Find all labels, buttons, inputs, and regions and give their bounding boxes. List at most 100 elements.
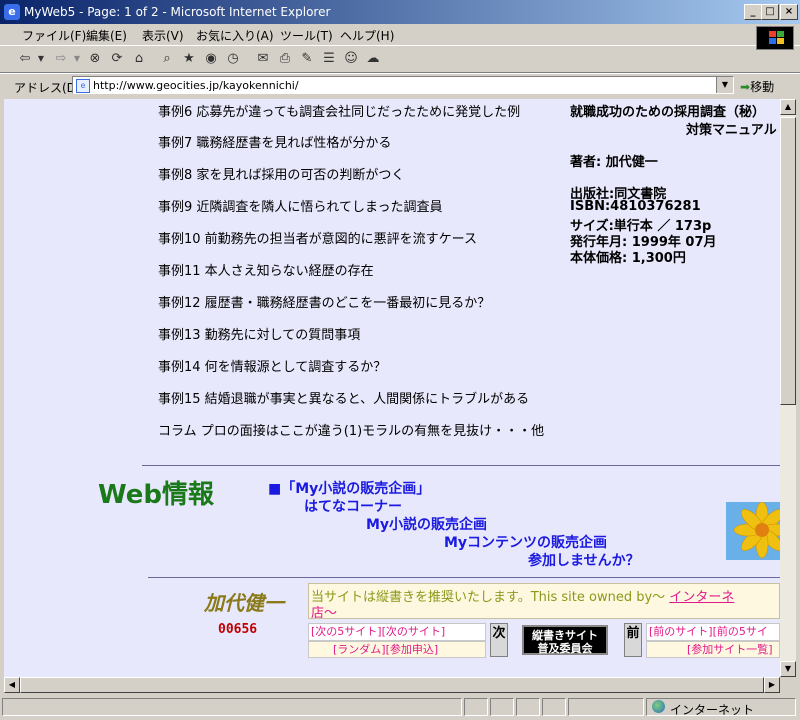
refresh-icon[interactable]: ⟳ bbox=[108, 50, 126, 68]
history-icon[interactable]: ◷ bbox=[224, 50, 242, 68]
research-icon[interactable]: ☁ bbox=[364, 50, 382, 68]
book-isbn: ISBN:4810376281 bbox=[570, 199, 701, 214]
list-item: 事例6 応募先が違っても調査会社同じだったために発覚した例 bbox=[158, 105, 521, 120]
horizontal-scrollbar[interactable]: ◀ ▶ bbox=[4, 677, 780, 693]
address-url[interactable]: http://www.geocities.jp/kayokennichi/ bbox=[93, 79, 299, 92]
list-item: 事例8 家を見れば採用の可否の判断がつく bbox=[158, 168, 405, 183]
web-info-heading: Web情報 bbox=[98, 480, 214, 510]
notice-link[interactable]: インターネ bbox=[669, 590, 734, 605]
notice-box: 当サイトは縦書きを推奨いたします。This site owned by～ インタ… bbox=[308, 583, 780, 619]
vertical-scrollbar[interactable]: ▲ ▼ bbox=[780, 99, 796, 677]
scroll-down-icon[interactable]: ▼ bbox=[780, 661, 796, 677]
search-icon[interactable]: ⌕ bbox=[158, 50, 176, 68]
title-bar: e MyWeb5 - Page: 1 of 2 - Microsoft Inte… bbox=[0, 0, 800, 24]
book-price: 本体価格: 1,300円 bbox=[570, 251, 686, 266]
banner-line1: 縦書きサイト bbox=[532, 629, 598, 642]
notice-text: 当サイトは縦書きを推奨いたします。This site owned by～ bbox=[311, 590, 666, 605]
banner-line2: 普及委員会 bbox=[537, 642, 593, 655]
divider bbox=[142, 465, 780, 466]
stop-icon[interactable]: ⊗ bbox=[86, 50, 104, 68]
scroll-left-icon[interactable]: ◀ bbox=[4, 677, 20, 693]
status-pane bbox=[568, 698, 644, 716]
go-button[interactable]: ➡移動 bbox=[740, 78, 774, 95]
list-item: 事例11 本人さえ知らない経歴の存在 bbox=[158, 264, 374, 279]
vertical-scroll-thumb[interactable] bbox=[780, 117, 796, 405]
media-icon[interactable]: ◉ bbox=[202, 50, 220, 68]
edit-icon[interactable]: ✎ bbox=[298, 50, 316, 68]
toolbar: ⇦ ▼ ⇨ ▼ ⊗ ⟳ ⌂ ⌕ ★ ◉ ◷ ✉ ⎙ ✎ ☰ ☺ ☁ bbox=[0, 46, 800, 73]
discuss-icon[interactable]: ☰ bbox=[320, 50, 338, 68]
link-novel-sales-plan[interactable]: ■「My小説の販売企画」 bbox=[268, 478, 430, 498]
book-subtitle: 対策マニュアル bbox=[686, 123, 777, 138]
ring-prev-links[interactable]: [前のサイト][前の5サイ bbox=[646, 623, 780, 641]
internet-globe-icon bbox=[652, 700, 665, 713]
book-title: 就職成功のための採用調査（秘） bbox=[570, 105, 766, 120]
list-item: コラム プロの面接はここが違う(1)モラルの有無を見抜け・・・他 bbox=[158, 424, 545, 439]
ring-next-button[interactable]: 次 bbox=[490, 623, 508, 657]
status-bar: インターネット bbox=[0, 696, 800, 720]
window-title: MyWeb5 - Page: 1 of 2 - Microsoft Intern… bbox=[24, 5, 331, 19]
go-label: 移動 bbox=[750, 80, 775, 94]
ring-random-links[interactable]: [ランダム][参加申込] bbox=[308, 641, 486, 658]
status-text-pane bbox=[2, 698, 462, 716]
forward-icon[interactable]: ⇨ bbox=[50, 50, 72, 68]
ring-prev-button[interactable]: 前 bbox=[624, 623, 642, 657]
print-icon[interactable]: ⎙ bbox=[276, 50, 294, 68]
link-hatena-corner[interactable]: はてなコーナー bbox=[304, 496, 402, 516]
flower-image bbox=[726, 502, 780, 560]
close-button[interactable]: × bbox=[780, 4, 798, 20]
menu-bar: ファイル(F) 編集(E) 表示(V) お気に入り(A) ツール(T) ヘルプ(… bbox=[0, 24, 800, 46]
mail-icon[interactable]: ✉ bbox=[254, 50, 272, 68]
address-dropdown-icon[interactable]: ▼ bbox=[716, 77, 733, 93]
list-item: 事例9 近隣調査を隣人に悟られてしまった調査員 bbox=[158, 200, 443, 215]
menu-edit[interactable]: 編集(E) bbox=[86, 27, 127, 44]
back-icon[interactable]: ⇦ bbox=[14, 50, 36, 68]
address-label: アドレス(D) bbox=[14, 81, 81, 95]
home-icon[interactable]: ⌂ bbox=[130, 50, 148, 68]
go-arrow-icon: ➡ bbox=[740, 80, 751, 94]
notice-line2: 店～ bbox=[311, 602, 337, 618]
status-pane bbox=[464, 698, 488, 716]
list-item: 事例14 何を情報源として調査するか？ bbox=[158, 360, 387, 375]
divider bbox=[148, 577, 780, 578]
ring-next-links[interactable]: [次の5サイト][次のサイト] bbox=[308, 623, 486, 641]
address-bar: アドレス(D) e http://www.geocities.jp/kayoke… bbox=[0, 73, 800, 98]
list-item: 事例7 職務経歴書を見れば性格が分かる bbox=[158, 136, 392, 151]
status-pane bbox=[516, 698, 540, 716]
list-item: 事例10 前勤務先の担当者が意図的に悪評を流すケース bbox=[158, 232, 478, 247]
forward-dropdown-icon[interactable]: ▼ bbox=[72, 50, 82, 68]
address-input[interactable]: e http://www.geocities.jp/kayokennichi/ … bbox=[72, 76, 734, 94]
notice-line: 当サイトは縦書きを推奨いたします。This site owned by～ インタ… bbox=[311, 586, 734, 605]
book-author: 著者: 加代健一 bbox=[570, 155, 658, 170]
status-pane bbox=[542, 698, 566, 716]
back-dropdown-icon[interactable]: ▼ bbox=[36, 50, 46, 68]
link-contents-sales[interactable]: Myコンテンツの販売企画 bbox=[444, 532, 607, 552]
maximize-button[interactable]: □ bbox=[761, 4, 779, 20]
visitor-counter: 00656 bbox=[218, 622, 258, 637]
favorites-icon[interactable]: ★ bbox=[180, 50, 198, 68]
vertical-writing-banner[interactable]: 縦書きサイト 普及委員会 bbox=[522, 625, 608, 655]
ie-logo-icon: e bbox=[4, 4, 20, 20]
ring-list-link[interactable]: [参加サイト一覧] bbox=[646, 641, 780, 658]
webring: [次の5サイト][次のサイト] [ランダム][参加申込] 次 縦書きサイト 普及… bbox=[308, 623, 780, 661]
page-content: 事例6 応募先が違っても調査会社同じだったために発覚した例 事例7 職務経歴書を… bbox=[4, 99, 780, 677]
scroll-right-icon[interactable]: ▶ bbox=[764, 677, 780, 693]
scroll-up-icon[interactable]: ▲ bbox=[780, 99, 796, 115]
menu-view[interactable]: 表示(V) bbox=[142, 27, 184, 44]
menu-tools[interactable]: ツール(T) bbox=[280, 27, 333, 44]
menu-file[interactable]: ファイル(F) bbox=[22, 27, 86, 44]
menu-help[interactable]: ヘルプ(H) bbox=[340, 27, 394, 44]
scrollbar-corner bbox=[780, 677, 796, 693]
page-icon: e bbox=[76, 79, 90, 93]
author-name: 加代健一 bbox=[204, 591, 284, 615]
list-item: 事例15 結婚退職が事実と異なると、人間関係にトラブルがある bbox=[158, 392, 530, 407]
horizontal-scroll-thumb[interactable] bbox=[20, 677, 764, 693]
notice-link-cont[interactable]: 店～ bbox=[311, 606, 337, 618]
security-zone: インターネット bbox=[670, 703, 755, 717]
menu-favorites[interactable]: お気に入り(A) bbox=[196, 27, 274, 44]
minimize-button[interactable]: _ bbox=[744, 4, 762, 20]
link-novel-sales[interactable]: My小説の販売企画 bbox=[366, 514, 487, 534]
status-pane bbox=[490, 698, 514, 716]
messenger-icon[interactable]: ☺ bbox=[342, 50, 360, 68]
link-join[interactable]: 参加しませんか？ bbox=[528, 550, 640, 570]
